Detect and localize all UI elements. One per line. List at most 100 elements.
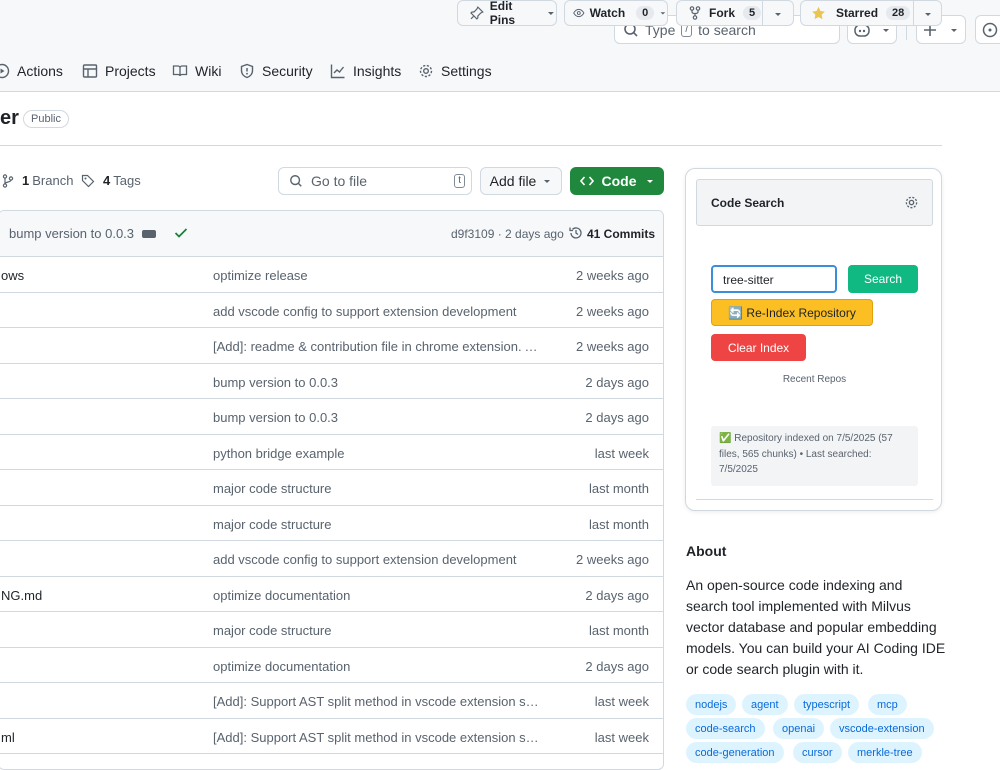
code-search-input[interactable]: tree-sitter: [711, 265, 837, 293]
file-rows: ows optimize release 2 weeks ago add vscode…: [0, 257, 663, 754]
tab-wiki[interactable]: Wiki: [172, 63, 221, 79]
history-icon: [569, 227, 582, 239]
watch-count: 0: [636, 6, 655, 20]
visibility-badge: Public: [23, 110, 69, 128]
eye-icon: [573, 8, 585, 18]
code-search-title: Code Search: [711, 196, 785, 210]
commit-hash-time[interactable]: d9f3109 · 2 days ago: [451, 227, 564, 241]
fork-button[interactable]: Fork 5: [676, 0, 794, 26]
topic-tag[interactable]: merkle-tree: [848, 742, 922, 763]
search-button[interactable]: Search: [848, 265, 918, 293]
tags-link[interactable]: 4 Tags: [81, 173, 141, 188]
tab-actions[interactable]: Actions: [0, 63, 63, 79]
commit-message[interactable]: major code structure: [213, 481, 332, 496]
table-row: ml [Add]: Support AST split method in vsc…: [0, 719, 663, 754]
commit-time: 2 weeks ago: [576, 552, 649, 567]
check-icon[interactable]: [174, 227, 188, 239]
watch-button[interactable]: Watch 0: [564, 0, 668, 26]
commit-message[interactable]: optimize documentation: [213, 659, 350, 674]
code-label: Code: [601, 173, 637, 189]
tab-label: Wiki: [195, 63, 222, 79]
latest-commit-message[interactable]: bump version to 0.0.3: [9, 226, 134, 241]
chevron-down-icon: [646, 180, 653, 183]
table-row: major code structure last month: [0, 506, 663, 541]
shield-icon: [240, 63, 254, 79]
go-to-file-input[interactable]: Go to file t: [278, 167, 472, 195]
fork-icon: [689, 6, 701, 20]
commit-message[interactable]: [Add]: readme & contribution file in chr…: [213, 339, 545, 354]
commit-time: last month: [589, 623, 649, 638]
issue-icon: [982, 22, 998, 37]
star-button[interactable]: Starred 28: [800, 0, 942, 26]
search-icon: [290, 175, 302, 187]
file-name[interactable]: ml: [1, 730, 15, 745]
about-heading: About: [686, 543, 727, 559]
header-separator: [0, 145, 942, 146]
gear-icon[interactable]: [904, 195, 919, 210]
table-row: [Add]: Support AST split method in vscod…: [0, 683, 663, 719]
commit-message[interactable]: optimize documentation: [213, 588, 350, 603]
add-file-label: Add file: [489, 173, 537, 189]
tab-settings[interactable]: Settings: [418, 63, 492, 79]
topic-tag[interactable]: typescript: [794, 694, 860, 715]
branch-label: Branch: [32, 173, 74, 188]
pin-icon: [470, 6, 484, 20]
table-row: ows optimize release 2 weeks ago: [0, 257, 663, 293]
panel-divider: [696, 499, 933, 500]
tag-label: Tags: [113, 173, 141, 188]
topic-tag[interactable]: openai: [773, 718, 825, 739]
repo-name[interactable]: er: [0, 107, 19, 130]
tab-security[interactable]: Security: [239, 63, 313, 79]
tab-projects[interactable]: Projects: [82, 63, 156, 79]
commit-message[interactable]: python bridge example: [213, 446, 345, 461]
issues-button[interactable]: [975, 15, 1000, 44]
commit-time: 2 days ago: [585, 374, 649, 390]
topic-tag[interactable]: cursor: [793, 742, 842, 763]
star-count: 28: [886, 6, 911, 20]
tab-insights[interactable]: Insights: [330, 63, 401, 79]
topic-tag[interactable]: code-search: [686, 718, 765, 739]
commit-time: 2 days ago: [585, 587, 649, 603]
table-row: add vscode config to support extension d…: [0, 541, 663, 577]
fork-count: 5: [743, 6, 762, 20]
topic-tag[interactable]: mcp: [868, 694, 907, 715]
file-name[interactable]: ows: [1, 268, 24, 283]
table-icon: [82, 64, 98, 78]
commit-time: last month: [589, 481, 649, 496]
commit-message[interactable]: [Add]: Support AST split method in vscod…: [213, 694, 545, 709]
topic-tag[interactable]: agent: [742, 694, 788, 715]
chevron-down-icon: [883, 28, 889, 32]
commit-message[interactable]: optimize release: [213, 268, 308, 283]
edit-pins-button[interactable]: Edit Pins: [457, 0, 557, 27]
add-file-button[interactable]: Add file: [480, 167, 562, 195]
code-search-header: Code Search: [696, 179, 933, 226]
reindex-button[interactable]: 🔄 Re-Index Repository: [711, 299, 873, 326]
chevron-down-icon[interactable]: [773, 9, 783, 19]
chevron-down-icon[interactable]: [923, 9, 933, 19]
star-icon: [812, 6, 825, 20]
commit-time: last week: [594, 694, 649, 709]
commit-message[interactable]: add vscode config to support extension d…: [213, 304, 517, 319]
code-button[interactable]: Code: [570, 167, 664, 195]
branches-link[interactable]: 1 Branch: [2, 173, 73, 188]
topic-tag[interactable]: code-generation: [686, 742, 784, 763]
topic-tag[interactable]: nodejs: [686, 694, 737, 715]
commit-time: last week: [594, 729, 649, 745]
divider: [762, 1, 763, 25]
file-name[interactable]: NG.md: [1, 588, 42, 603]
topic-tag[interactable]: vscode-extension: [830, 718, 934, 739]
ellipsis-icon[interactable]: [142, 230, 156, 238]
chevron-down-icon: [544, 180, 551, 183]
commit-message[interactable]: [Add]: Support AST split method in vscod…: [213, 730, 545, 745]
commit-message[interactable]: major code structure: [213, 517, 332, 532]
starred-label: Starred: [836, 6, 879, 20]
commit-message[interactable]: bump version to 0.0.3: [213, 410, 338, 425]
commits-count[interactable]: 41 Commits: [587, 227, 655, 241]
commit-message[interactable]: major code structure: [213, 623, 332, 638]
commit-message[interactable]: bump version to 0.0.3: [213, 375, 338, 390]
clear-index-button[interactable]: Clear Index: [711, 334, 806, 361]
commit-message[interactable]: add vscode config to support extension d…: [213, 552, 517, 567]
index-status: ✅ Repository indexed on 7/5/2025 (57 fil…: [711, 426, 918, 486]
gear-icon: [419, 64, 433, 78]
fork-label: Fork: [709, 6, 736, 20]
